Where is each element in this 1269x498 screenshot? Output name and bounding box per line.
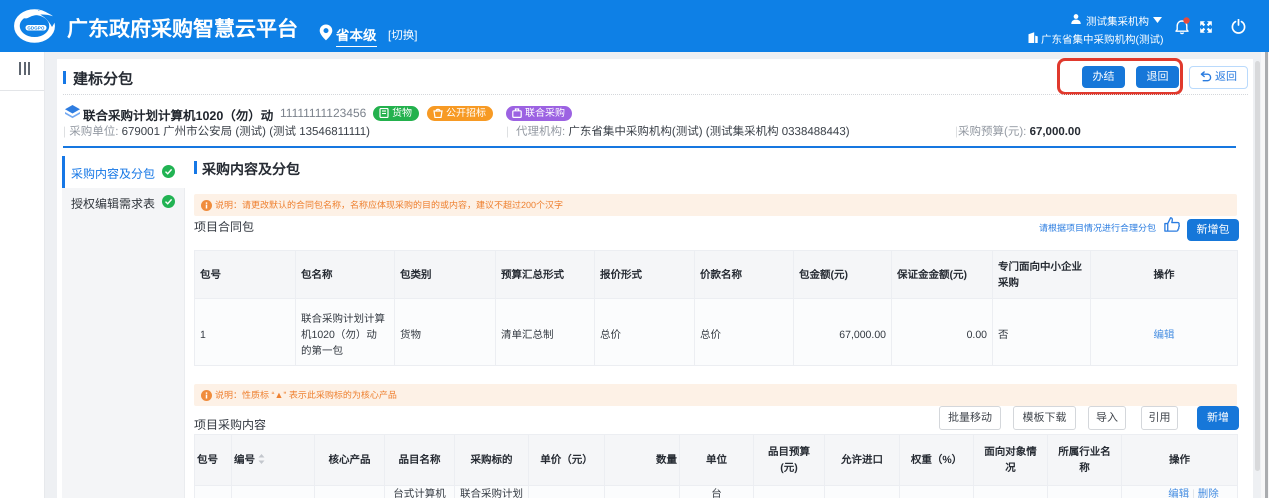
svg-text:GDGPO: GDGPO <box>27 25 45 30</box>
